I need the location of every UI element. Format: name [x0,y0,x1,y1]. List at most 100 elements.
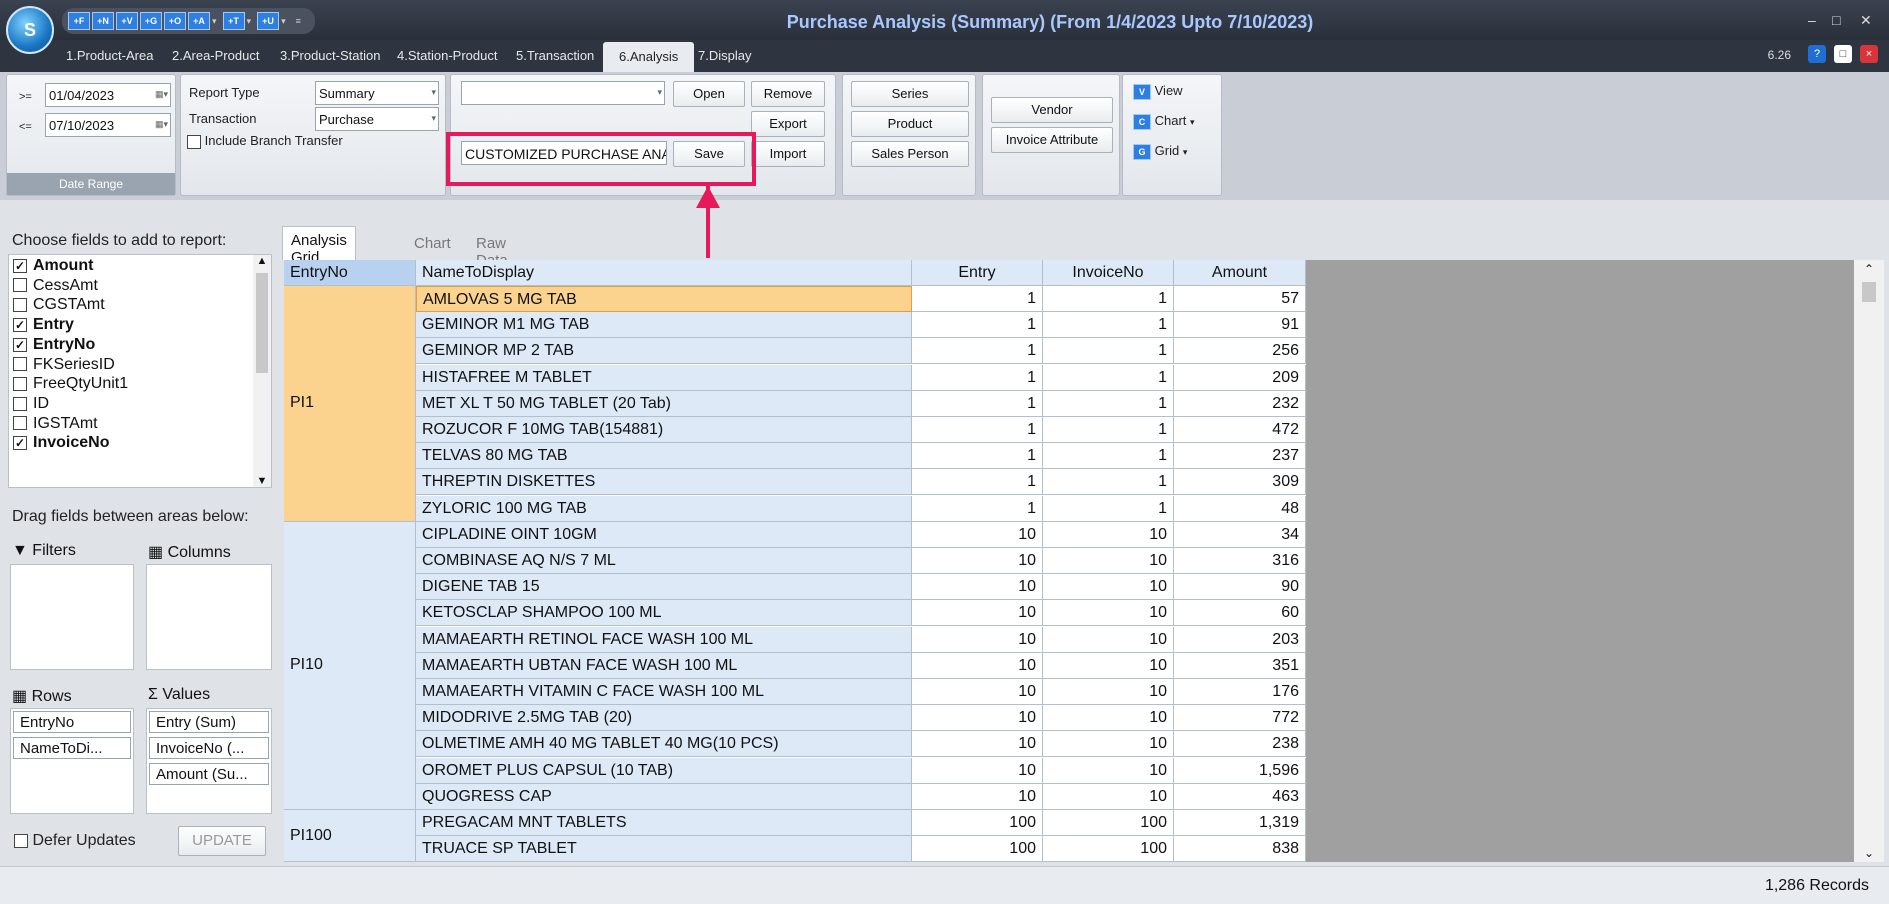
scroll-down-icon[interactable]: ▼ [253,475,271,487]
entry-cell[interactable]: 10 [912,548,1043,574]
product-name-cell[interactable]: ROZUCOR F 10MG TAB(154881) [416,417,912,443]
tab-5-transaction[interactable]: 5.Transaction [516,48,594,63]
qat-button-4[interactable]: +G [140,12,162,30]
column-header-entry[interactable]: Entry [912,260,1043,286]
product-name-cell[interactable]: COMBINASE AQ N/S 7 ML [416,548,912,574]
grid-menu[interactable]: G Grid ▾ [1133,143,1187,160]
group-header-pi1[interactable]: PI1 [284,286,416,522]
product-button[interactable]: Product [851,111,969,137]
qat-button-3[interactable]: +V [116,12,138,30]
values-drop-zone[interactable]: Entry (Sum) InvoiceNo (... Amount (Su... [146,708,272,814]
amount-cell[interactable]: 1,596 [1174,757,1306,784]
amount-cell[interactable]: 48 [1174,495,1306,522]
tab-7-display[interactable]: 7.Display [698,48,751,63]
chevron-down-icon[interactable]: ▾ [247,16,252,27]
field-checkbox[interactable] [13,298,27,313]
scroll-down-icon[interactable]: ⌄ [1854,846,1884,860]
amount-cell[interactable]: 57 [1174,286,1306,312]
product-name-cell[interactable]: HISTAFREE M TABLET [416,364,912,391]
invoice-no-cell[interactable]: 10 [1043,705,1174,732]
field-checkbox[interactable]: ✓ [13,317,27,332]
amount-cell[interactable]: 838 [1174,836,1306,862]
transaction-select[interactable]: Purchase ▾ [315,107,439,131]
amount-cell[interactable]: 351 [1174,652,1306,679]
qat-button-5[interactable]: +O [164,12,186,30]
tab-raw-data[interactable]: Raw Data [468,230,516,269]
field-item-id[interactable]: ID [13,395,49,413]
product-name-cell[interactable]: CIPLADINE OINT 10GM [416,521,912,548]
field-checkbox[interactable] [13,396,27,411]
entry-cell[interactable]: 1 [912,364,1043,391]
invoice-no-cell[interactable]: 1 [1043,338,1174,365]
scrollbar-thumb[interactable] [1862,282,1876,302]
product-name-cell[interactable]: GEMINOR M1 MG TAB [416,312,912,339]
column-header-invoiceno[interactable]: InvoiceNo [1043,260,1174,286]
invoice-attribute-button[interactable]: Invoice Attribute [991,127,1113,153]
invoice-no-cell[interactable]: 10 [1043,679,1174,705]
entry-cell[interactable]: 10 [912,626,1043,653]
tab-chart[interactable]: Chart [406,230,459,258]
qat-button-7[interactable]: +T [222,12,245,30]
entry-cell[interactable]: 100 [912,836,1043,862]
amount-cell[interactable]: 316 [1174,548,1306,574]
vendor-button[interactable]: Vendor [991,97,1113,123]
amount-cell[interactable]: 237 [1174,443,1306,470]
filters-drop-zone[interactable] [10,564,134,670]
invoice-no-cell[interactable]: 1 [1043,390,1174,417]
minimize-icon[interactable]: – [1808,12,1816,28]
export-button[interactable]: Export [751,111,825,137]
invoice-no-cell[interactable]: 10 [1043,757,1174,784]
to-date-input[interactable]: 07/10/2023 ▦▾ [45,113,171,137]
tab-4-station-product[interactable]: 4.Station-Product [397,48,497,63]
amount-cell[interactable]: 309 [1174,469,1306,496]
invoice-no-cell[interactable]: 10 [1043,783,1174,810]
include-branch-checkbox[interactable] [187,134,201,149]
invoice-no-cell[interactable]: 10 [1043,600,1174,627]
product-name-cell[interactable]: MAMAEARTH UBTAN FACE WASH 100 ML [416,652,912,679]
view-menu[interactable]: V View [1133,83,1183,100]
defer-updates-checkbox[interactable] [14,833,28,848]
entry-cell[interactable]: 1 [912,443,1043,470]
field-item-amount[interactable]: ✓ Amount [13,257,93,275]
field-item-cgstamt[interactable]: CGSTAmt [13,296,105,314]
invoice-no-cell[interactable]: 1 [1043,417,1174,443]
field-checkbox[interactable] [13,376,27,391]
amount-cell[interactable]: 91 [1174,312,1306,339]
field-checkbox[interactable] [13,278,27,293]
field-checkbox[interactable]: ✓ [13,436,27,451]
invoice-no-cell[interactable]: 10 [1043,548,1174,574]
invoice-no-cell[interactable]: 10 [1043,521,1174,548]
value-field-chip[interactable]: Entry (Sum) [149,711,269,733]
product-name-cell[interactable]: TRUACE SP TABLET [416,836,912,862]
field-checkbox[interactable]: ✓ [13,258,27,273]
invoice-no-cell[interactable]: 100 [1043,810,1174,836]
amount-cell[interactable]: 209 [1174,364,1306,391]
column-header-nametodisplay[interactable]: NameToDisplay [416,260,912,286]
layout-preset-select[interactable]: ▾ [461,81,665,105]
amount-cell[interactable]: 232 [1174,390,1306,417]
close-icon[interactable]: ✕ [1860,12,1872,29]
app-logo-button[interactable]: S [6,6,54,54]
field-item-cessamt[interactable]: CessAmt [13,277,98,295]
product-name-cell[interactable]: GEMINOR MP 2 TAB [416,338,912,365]
invoice-no-cell[interactable]: 100 [1043,836,1174,862]
product-name-cell[interactable]: DIGENE TAB 15 [416,574,912,601]
entry-cell[interactable]: 10 [912,705,1043,732]
tab-3-product-station[interactable]: 3.Product-Station [280,48,380,63]
sales-person-button[interactable]: Sales Person [851,141,969,167]
invoice-no-cell[interactable]: 1 [1043,286,1174,312]
product-name-cell[interactable]: TELVAS 80 MG TAB [416,443,912,470]
field-checkbox[interactable] [13,357,27,372]
exit-icon[interactable]: × [1860,45,1878,63]
amount-cell[interactable]: 472 [1174,417,1306,443]
calendar-icon[interactable]: ▦▾ [155,119,168,130]
entry-cell[interactable]: 10 [912,757,1043,784]
tab-2-area-product[interactable]: 2.Area-Product [172,48,259,63]
help-icon[interactable]: ? [1808,45,1826,63]
field-item-fkseriesid[interactable]: FKSeriesID [13,356,115,374]
amount-cell[interactable]: 176 [1174,679,1306,705]
field-checkbox[interactable]: ✓ [13,337,27,352]
amount-cell[interactable]: 772 [1174,705,1306,732]
field-checkbox[interactable] [13,416,27,431]
product-name-cell[interactable]: AMLOVAS 5 MG TAB [416,286,912,312]
